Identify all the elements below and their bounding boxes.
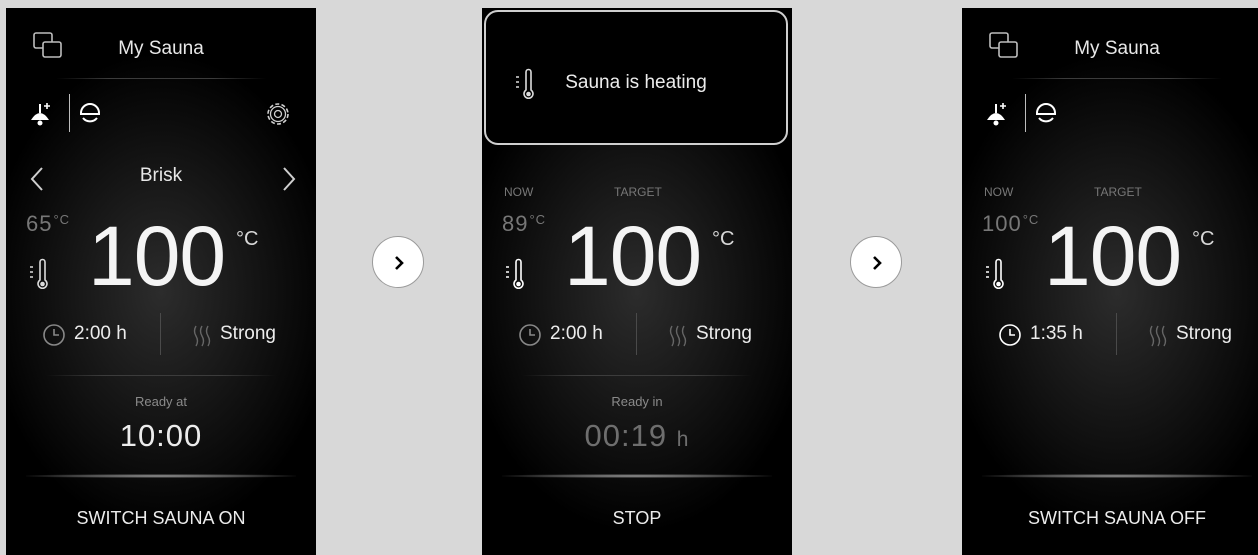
now-label: NOW — [504, 185, 534, 199]
current-temperature: 65°C — [26, 211, 71, 236]
divider — [1116, 313, 1117, 355]
divider — [46, 375, 276, 376]
ready-time[interactable]: 10:00 — [6, 418, 316, 454]
duration-value[interactable]: 2:00 h — [74, 323, 127, 345]
ready-label: Ready at — [134, 394, 188, 409]
thermometer-icon — [30, 258, 48, 289]
stop-button[interactable]: STOP — [482, 498, 792, 538]
duration-value[interactable]: 1:35 h — [1030, 323, 1083, 345]
steam-icon — [1149, 325, 1167, 347]
divider — [1025, 94, 1026, 132]
switch-off-button[interactable]: SWITCH SAUNA OFF — [962, 498, 1258, 538]
divider — [160, 313, 161, 355]
divider — [522, 375, 752, 376]
gear-icon[interactable] — [262, 98, 294, 130]
chevron-right-icon[interactable] — [276, 162, 302, 196]
intensity-value[interactable]: Strong — [1176, 323, 1232, 345]
page-title: My Sauna — [1074, 38, 1160, 59]
steam-icon — [193, 325, 211, 347]
next-step-button[interactable] — [850, 236, 902, 288]
clock-icon — [519, 324, 541, 346]
current-temperature: 100°C — [982, 211, 1040, 236]
mode-icons — [982, 94, 1056, 134]
ready-countdown: 00:19 h — [584, 418, 690, 453]
thermometer-icon — [506, 258, 524, 289]
temperature-unit: °C — [1192, 228, 1215, 250]
intensity-value[interactable]: Strong — [220, 323, 276, 345]
screen-heating: Sauna is heating NOW TARGET 89°C 100 °C … — [482, 8, 792, 555]
divider — [69, 94, 70, 132]
notification-text: Sauna is heating — [565, 72, 707, 93]
temperature-unit: °C — [712, 228, 735, 250]
target-label: TARGET — [614, 185, 662, 199]
current-temperature: 89°C — [502, 211, 547, 236]
fan-icon[interactable] — [1033, 100, 1059, 128]
target-temperature[interactable]: 100 — [1044, 214, 1182, 298]
temperature-unit: °C — [236, 228, 259, 250]
target-temperature[interactable]: 100 — [564, 214, 702, 298]
thermometer-icon — [986, 258, 1004, 289]
light-icon[interactable] — [26, 98, 56, 130]
light-icon[interactable] — [982, 98, 1012, 130]
divider — [56, 78, 266, 79]
divider — [1012, 78, 1222, 79]
divider-glow — [502, 474, 772, 478]
steam-icon — [669, 325, 687, 347]
next-step-button[interactable] — [372, 236, 424, 288]
chevron-right-icon — [395, 256, 404, 270]
target-label: TARGET — [1094, 185, 1142, 199]
program-name: Brisk — [139, 165, 183, 186]
now-label: NOW — [984, 185, 1014, 199]
heating-notification: Sauna is heating — [484, 10, 788, 145]
fan-icon[interactable] — [77, 100, 103, 128]
mode-icons — [26, 94, 100, 134]
clock-icon — [999, 324, 1021, 346]
intensity-value[interactable]: Strong — [696, 323, 752, 345]
divider-glow — [982, 474, 1252, 478]
clock-icon — [43, 324, 65, 346]
page-title: My Sauna — [118, 38, 204, 59]
ready-in-label: Ready in — [611, 394, 663, 409]
screen-setup: My Sauna Brisk 65°C 100 °C 2:00 h Strong… — [6, 8, 316, 555]
duration-value[interactable]: 2:00 h — [550, 323, 603, 345]
chevron-right-icon — [873, 256, 882, 270]
switch-on-button[interactable]: SWITCH SAUNA ON — [6, 498, 316, 538]
screen-ready: My Sauna NOW TARGET 100°C 100 °C 1:35 h — [962, 8, 1258, 555]
divider — [636, 313, 637, 355]
divider-glow — [26, 474, 296, 478]
target-temperature[interactable]: 100 — [88, 214, 226, 298]
